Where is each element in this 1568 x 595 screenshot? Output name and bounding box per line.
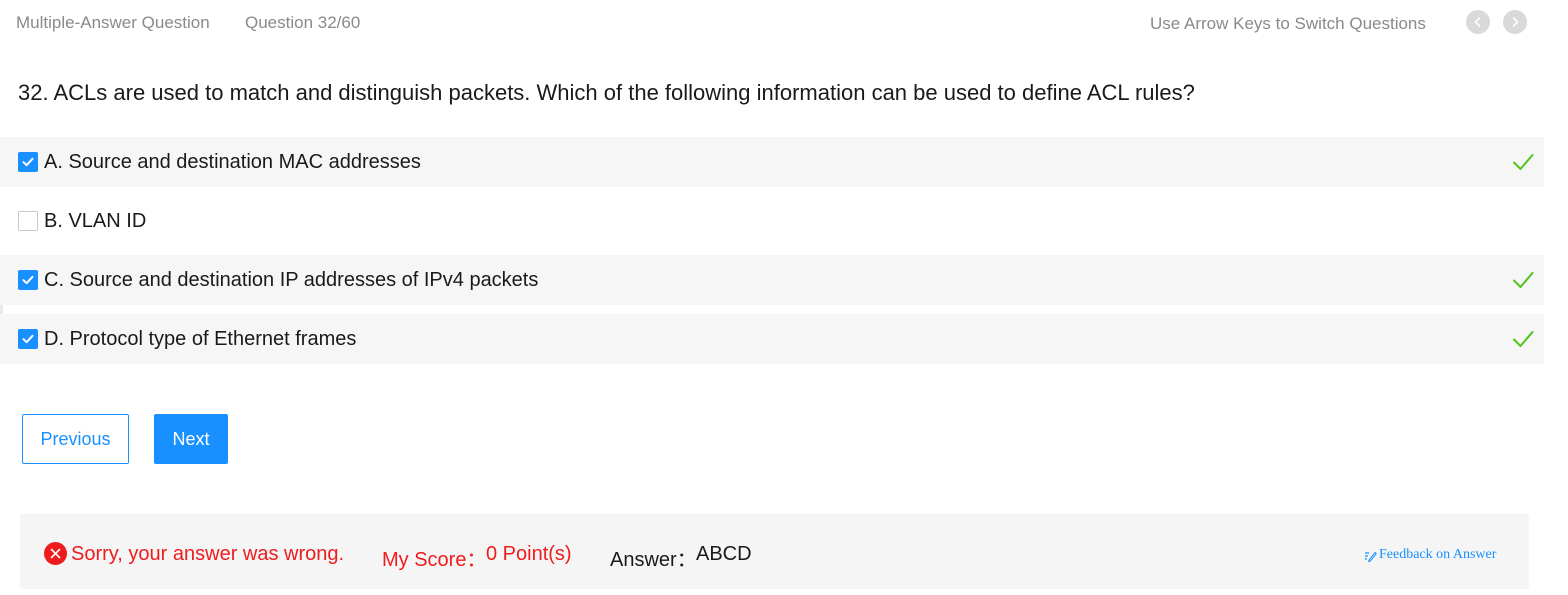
result-panel: Sorry, your answer was wrong. My Score： … — [20, 514, 1529, 589]
option-b[interactable]: B. VLAN ID — [0, 196, 1544, 246]
feedback-label: Feedback on Answer — [1379, 547, 1497, 562]
checkmark-icon — [22, 157, 34, 167]
chevron-left-icon — [1474, 17, 1481, 27]
correct-check-icon — [1513, 272, 1534, 288]
result-message: Sorry, your answer was wrong. — [71, 543, 345, 565]
correct-check-icon — [1513, 331, 1534, 347]
option-d[interactable]: D. Protocol type of Ethernet frames — [0, 314, 1544, 364]
chevron-right-icon — [1512, 17, 1519, 27]
feedback-link[interactable]: Feedback on Answer — [1364, 547, 1496, 563]
option-c-checkbox[interactable] — [18, 270, 38, 290]
option-c-label: C. Source and destination IP addresses o… — [44, 268, 539, 291]
option-a-label: A. Source and destination MAC addresses — [44, 150, 421, 173]
checkmark-icon — [22, 275, 34, 285]
previous-question-button[interactable] — [1466, 10, 1490, 34]
question-counter: Question 32/60 — [245, 13, 361, 32]
next-button[interactable]: Next — [154, 414, 228, 464]
option-d-label: D. Protocol type of Ethernet frames — [44, 327, 357, 350]
correct-check-icon — [1513, 154, 1534, 170]
answer-label: Answer： — [610, 549, 697, 571]
option-a[interactable]: A. Source and destination MAC addresses — [0, 137, 1544, 187]
answer-value: ABCD — [696, 543, 752, 565]
option-b-label: B. VLAN ID — [44, 209, 147, 232]
previous-button[interactable]: Previous — [22, 414, 129, 464]
score-value: 0 Point(s) — [486, 543, 572, 565]
option-a-checkbox[interactable] — [18, 152, 38, 172]
question-text: 32. ACLs are used to match and distingui… — [18, 80, 1195, 105]
option-c[interactable]: C. Source and destination IP addresses o… — [0, 255, 1544, 305]
question-header: Multiple-Answer Question Question 32/60 … — [0, 0, 1568, 46]
question-type-label: Multiple-Answer Question — [16, 13, 210, 32]
keyboard-hint: Use Arrow Keys to Switch Questions — [1150, 14, 1426, 33]
option-b-checkbox[interactable] — [18, 211, 38, 231]
next-question-button[interactable] — [1503, 10, 1527, 34]
error-icon — [44, 542, 67, 565]
option-d-checkbox[interactable] — [18, 329, 38, 349]
edit-icon — [1365, 551, 1377, 562]
checkmark-icon — [22, 334, 34, 344]
score-label: My Score： — [382, 549, 487, 571]
